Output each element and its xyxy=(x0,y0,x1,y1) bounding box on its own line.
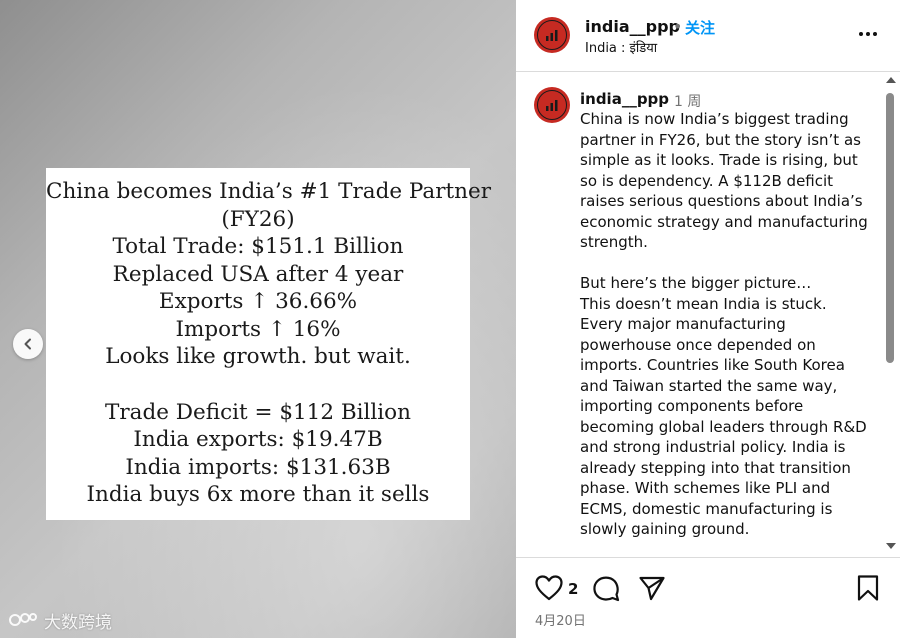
infographic-line: India buys 6x more than it sells xyxy=(86,482,430,507)
caption-username[interactable]: india__ppp xyxy=(580,90,669,108)
comment-button[interactable] xyxy=(591,573,621,603)
like-count[interactable]: 2 xyxy=(568,580,578,598)
scroll-up-arrow[interactable] xyxy=(886,77,896,83)
more-icon xyxy=(866,32,870,36)
watermark-logo-icon xyxy=(9,613,37,626)
infographic-card: China becomes India’s #1 Trade Partner (… xyxy=(46,168,491,520)
location-link[interactable]: India : इंडिया xyxy=(585,38,657,56)
heart-icon xyxy=(535,575,563,601)
caption-timestamp[interactable]: 1 周 xyxy=(674,91,701,111)
like-button[interactable] xyxy=(534,573,564,603)
previous-slide-button[interactable] xyxy=(13,329,43,359)
more-options-button[interactable] xyxy=(856,24,880,44)
more-icon xyxy=(873,32,877,36)
action-bar: 2 4月20日 xyxy=(516,557,900,638)
avatar-logo xyxy=(537,90,567,120)
infographic-line: India exports: $19.47B xyxy=(133,427,383,452)
scrollbar-thumb[interactable] xyxy=(886,93,894,363)
infographic-line: Imports ↑ 16% xyxy=(175,316,341,342)
chevron-left-icon xyxy=(24,338,31,350)
save-button[interactable] xyxy=(853,573,883,603)
watermark-text: 大数跨境 xyxy=(44,612,112,633)
post-media: China becomes India’s #1 Trade Partner (… xyxy=(0,0,516,638)
scroll-down-arrow[interactable] xyxy=(886,543,896,549)
infographic-line: Trade Deficit = $112 Billion xyxy=(105,399,411,425)
comments-section: india__ppp 1 周 China is now India’s bigg… xyxy=(516,73,900,557)
avatar[interactable] xyxy=(534,17,570,53)
infographic-line: Replaced USA after 4 year xyxy=(112,261,404,287)
logo-icon xyxy=(546,30,558,41)
more-icon xyxy=(859,32,863,36)
infographic-line: Looks like growth. but wait. xyxy=(105,344,411,369)
share-button[interactable] xyxy=(637,573,667,603)
comment-icon xyxy=(593,576,620,602)
caption-avatar[interactable] xyxy=(534,87,570,123)
infographic-line: (FY26) xyxy=(221,206,295,232)
header-separator: • xyxy=(673,17,683,36)
infographic-headline: China becomes India’s #1 Trade Partner xyxy=(46,179,491,204)
scrollbar[interactable] xyxy=(884,73,896,557)
avatar-logo xyxy=(537,20,567,50)
header-username[interactable]: india__ppp xyxy=(585,17,680,36)
infographic-line: Total Trade: $151.1 Billion xyxy=(112,234,404,259)
infographic-line: Exports ↑ 36.66% xyxy=(158,289,358,314)
bookmark-icon xyxy=(857,575,879,601)
watermark: 大数跨境 xyxy=(8,608,112,633)
share-icon xyxy=(639,576,665,601)
infographic-line: India imports: $131.63B xyxy=(125,454,391,480)
post-header: india__ppp • 关注 India : इंडिया xyxy=(516,0,900,72)
caption-text: China is now India’s biggest trading par… xyxy=(580,110,868,538)
follow-button[interactable]: 关注 xyxy=(685,17,715,38)
logo-icon xyxy=(546,100,558,111)
post-date[interactable]: 4月20日 xyxy=(535,610,586,629)
post-side-panel: india__ppp • 关注 India : इंडिया india__pp… xyxy=(516,0,900,638)
